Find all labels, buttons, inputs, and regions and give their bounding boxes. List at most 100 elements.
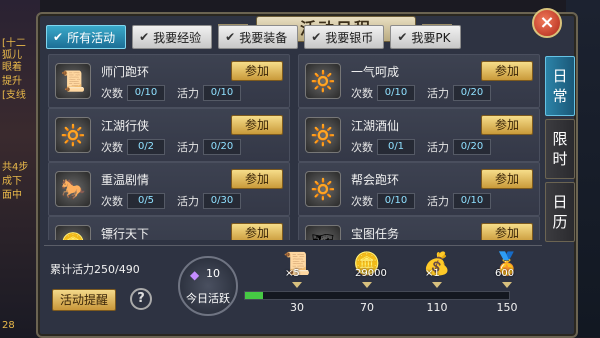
tab-label: 我要经验 bbox=[153, 30, 202, 45]
activity-card: 🔆 帮会跑环 次数 0/10 活力 0/10 参加 bbox=[298, 162, 540, 216]
activity-name: 一气呵成 bbox=[351, 65, 400, 79]
side-tab-char: 时 bbox=[552, 150, 568, 168]
tab-label: 我要PK bbox=[411, 30, 451, 45]
milestone-marker-icon bbox=[362, 282, 372, 288]
reward-item[interactable]: 🪙 29000 bbox=[347, 250, 387, 288]
side-tab-char: 日 bbox=[552, 193, 568, 211]
activity-card: 🗺 宝图任务 参加 bbox=[298, 216, 540, 240]
vitality-label: 活力 bbox=[427, 87, 449, 100]
vitality-value: 0/10 bbox=[453, 193, 491, 209]
count-label: 次数 bbox=[351, 195, 373, 208]
reward-item[interactable]: 📜 ×5 bbox=[277, 250, 317, 288]
activity-name: 宝图任务 bbox=[351, 227, 400, 240]
side-tab-3[interactable]: 日历 bbox=[545, 182, 575, 242]
side-tab-char: 日 bbox=[552, 67, 568, 85]
activity-card: 🔆 江湖行侠次数 0/2 活力 0/20 参加 bbox=[48, 108, 290, 162]
activity-name: 镖行天下 bbox=[101, 227, 150, 240]
checkmark-icon: ✔ bbox=[139, 30, 150, 44]
background-quest-text: 成下 bbox=[2, 176, 22, 187]
count-label: 次数 bbox=[101, 195, 123, 208]
count-label: 次数 bbox=[351, 141, 373, 154]
background-quest-text: 28 bbox=[2, 320, 15, 331]
tab-5[interactable]: ✔ 我要PK bbox=[390, 25, 462, 49]
vitality-progress-fill bbox=[245, 292, 264, 299]
tab-label: 所有活动 bbox=[67, 30, 116, 45]
join-button[interactable]: 参加 bbox=[231, 61, 283, 81]
checkmark-icon: ✔ bbox=[311, 30, 322, 44]
background-quest-text: 面中 bbox=[2, 190, 22, 201]
activity-card: 🐎 重温剧情 次数 0/5 活力 0/30 参加 bbox=[48, 162, 290, 216]
activity-stats: 次数 0/2 活力 0/20 bbox=[101, 139, 241, 155]
close-button[interactable]: × bbox=[532, 8, 562, 38]
vitality-value: 0/20 bbox=[453, 85, 491, 101]
checkmark-icon: ✔ bbox=[225, 30, 236, 44]
join-button[interactable]: 参加 bbox=[481, 115, 533, 135]
tab-4[interactable]: ✔ 我要银币 bbox=[304, 25, 385, 49]
vitality-label: 活力 bbox=[177, 141, 199, 154]
join-button[interactable]: 参加 bbox=[481, 169, 533, 189]
count-value: 0/2 bbox=[127, 139, 165, 155]
join-button[interactable]: 参加 bbox=[231, 169, 283, 189]
background-quest-text: 眼着 bbox=[2, 62, 22, 73]
activity-stats: 次数 0/10 活力 0/10 bbox=[101, 85, 241, 101]
activity-stats: 次数 0/10 活力 0/20 bbox=[351, 85, 491, 101]
background-quest-text: [支线 bbox=[2, 90, 26, 101]
milestone-marker-icon bbox=[432, 282, 442, 288]
activity-name: 重温剧情 bbox=[101, 173, 150, 187]
activity-card: 🔆 江湖酒仙 次数 0/1 活力 0/20 参加 bbox=[298, 108, 540, 162]
quest-scroll-icon: 📜 bbox=[55, 63, 91, 99]
milestone-value: 150 bbox=[496, 301, 518, 314]
reward-item[interactable]: 🏅 600 bbox=[487, 250, 527, 288]
count-label: 次数 bbox=[101, 87, 123, 100]
side-tab-2[interactable]: 限时 bbox=[545, 119, 575, 179]
golden-orb-icon: 🔆 bbox=[305, 117, 341, 153]
help-icon[interactable]: ? bbox=[130, 288, 152, 310]
background-scene-left: [十二 狐儿 眼着 提升 [支线 共4步 成下 面中 28 bbox=[0, 0, 40, 337]
background-quest-text: 提升 bbox=[2, 76, 22, 87]
activity-list[interactable]: 📜 师门跑环 次数 0/10 活力 0/10 参加 🔆 一气呵成 次数 0/10 活力 0/20 参加 🔆 江… bbox=[48, 54, 540, 240]
golden-orb-icon: 🔆 bbox=[55, 117, 91, 153]
vitality-value: 0/10 bbox=[203, 85, 241, 101]
vitality-label: 活力 bbox=[177, 195, 199, 208]
tab-2[interactable]: ✔ 我要经验 bbox=[132, 25, 213, 49]
reward-item[interactable]: 💰 ×1 bbox=[417, 250, 457, 288]
activity-card: 📜 师门跑环 次数 0/10 活力 0/10 参加 bbox=[48, 54, 290, 108]
activity-name: 江湖酒仙 bbox=[351, 119, 400, 133]
side-tabs: 日常限时日历 bbox=[545, 56, 575, 245]
activity-remind-button[interactable]: 活动提醒 bbox=[52, 289, 116, 311]
join-button[interactable]: 参加 bbox=[231, 223, 283, 240]
tab-1[interactable]: ✔ 所有活动 bbox=[46, 25, 127, 49]
tab-label: 我要银币 bbox=[325, 30, 374, 45]
milestone-marker-icon bbox=[292, 282, 302, 288]
activity-name: 江湖行侠 bbox=[101, 119, 150, 133]
side-tab-1[interactable]: 日常 bbox=[545, 56, 575, 116]
join-button[interactable]: 参加 bbox=[481, 61, 533, 81]
tab-3[interactable]: ✔ 我要装备 bbox=[218, 25, 299, 49]
milestone-value: 30 bbox=[290, 301, 304, 314]
vitality-label: 活力 bbox=[427, 141, 449, 154]
milestone-value: 70 bbox=[360, 301, 374, 314]
checkmark-icon: ✔ bbox=[53, 30, 64, 44]
activity-card: 🪙 镖行天下 参加 bbox=[48, 216, 290, 240]
golden-orb-icon: 🔆 bbox=[305, 63, 341, 99]
horse-icon: 🐎 bbox=[55, 171, 91, 207]
today-activity-badge: ◆ 10 今日活跃 bbox=[178, 256, 238, 316]
category-tabs: ✔ 所有活动 ✔ 我要经验 ✔ 我要装备 ✔ 我要银币 ✔ 我要PK bbox=[46, 25, 462, 49]
reward-count: ×1 bbox=[425, 268, 440, 279]
golden-orb-icon: 🔆 bbox=[305, 171, 341, 207]
activity-card: 🔆 一气呵成 次数 0/10 活力 0/20 参加 bbox=[298, 54, 540, 108]
vitality-value: 0/20 bbox=[203, 139, 241, 155]
count-value: 0/10 bbox=[127, 85, 165, 101]
silver-ingot-icon: 🪙 bbox=[55, 225, 91, 240]
reward-count: 600 bbox=[495, 268, 515, 279]
join-button[interactable]: 参加 bbox=[231, 115, 283, 135]
purple-gem-icon: ◆ bbox=[190, 268, 200, 282]
count-label: 次数 bbox=[101, 141, 123, 154]
reward-count: ×5 bbox=[285, 268, 300, 279]
vitality-label: 活力 bbox=[427, 195, 449, 208]
milestone-marker-icon bbox=[502, 282, 512, 288]
vitality-value: 0/20 bbox=[453, 139, 491, 155]
reward-count: 29000 bbox=[355, 268, 387, 279]
join-button[interactable]: 参加 bbox=[481, 223, 533, 240]
treasure-map-icon: 🗺 bbox=[305, 225, 341, 240]
